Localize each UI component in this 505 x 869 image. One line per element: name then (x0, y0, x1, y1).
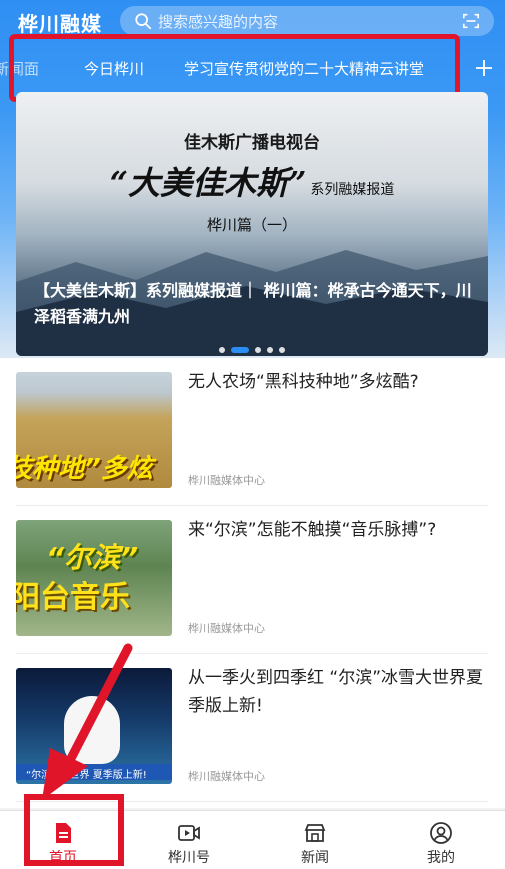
thumbnail-text: 阳台音乐 (16, 580, 130, 615)
highlight-box-home (24, 794, 124, 866)
carousel-dot[interactable] (255, 347, 261, 353)
carousel-dot[interactable] (267, 347, 273, 353)
article-source: 桦川融媒体中心 (188, 770, 265, 783)
profile-icon (430, 822, 452, 844)
article-source: 桦川融媒体中心 (188, 622, 265, 635)
nav-news[interactable]: 新闻 (252, 811, 378, 869)
scan-icon[interactable] (462, 12, 480, 30)
article-thumbnail: 技种地”多炫 (16, 372, 172, 488)
nav-label: 我的 (427, 850, 455, 866)
article-title: 从一季火到四季红 “尔滨”冰雪大世界夏季版上新! (188, 668, 484, 716)
thumbnail-text: 技种地”多炫 (16, 454, 153, 484)
thumbnail-text: “尔滨” (46, 541, 139, 574)
store-icon (304, 824, 326, 842)
banner-caption: 【大美佳木斯】系列融媒报道｜ 桦川篇：桦承古今通天下，川泽稻香满九州 (34, 281, 472, 326)
banner-episode: 桦川篇（一） (206, 216, 297, 234)
nav-huachuan-hao[interactable]: 桦川号 (126, 811, 252, 869)
banner-slogan-main: “大美佳木斯” (109, 164, 307, 202)
banner-slogan: “大美佳木斯” 系列融媒报道 (16, 158, 488, 204)
banner-station: 佳木斯广播电视台 (184, 133, 320, 153)
featured-banner[interactable]: 佳木斯广播电视台 “大美佳木斯” 系列融媒报道 桦川篇（一） 【大美佳木斯】系列融… (16, 92, 488, 356)
search-icon (135, 13, 152, 30)
carousel-dot-active[interactable] (231, 347, 249, 353)
carousel-dot[interactable] (219, 347, 225, 353)
nav-label: 桦川号 (168, 850, 210, 866)
article-thumbnail: “尔滨” 阳台音乐 (16, 520, 172, 636)
carousel-dot[interactable] (279, 347, 285, 353)
nav-label: 新闻 (301, 850, 329, 866)
video-icon (178, 825, 200, 841)
plus-icon[interactable] (474, 58, 494, 78)
banner-slogan-sub: 系列融媒报道 (310, 182, 395, 198)
search-placeholder: 搜索感兴趣的内容 (158, 13, 279, 31)
carousel-indicator (16, 338, 488, 356)
app-title: 桦川融媒 (18, 12, 102, 36)
list-item[interactable]: 技种地”多炫 无人农场“黑科技种地”多炫酷? 桦川融媒体中心 (0, 358, 505, 506)
arrow-annotation (42, 643, 133, 800)
list-item[interactable]: “尔滨” 阳台音乐 来“尔滨”怎能不触摸“音乐脉搏”? 桦川融媒体中心 (0, 506, 505, 654)
article-title: 无人农场“黑科技种地”多炫酷? (188, 372, 419, 392)
article-title: 来“尔滨”怎能不触摸“音乐脉搏”? (188, 520, 437, 540)
nav-profile[interactable]: 我的 (378, 811, 504, 869)
search-bar[interactable]: 搜索感兴趣的内容 (120, 6, 494, 36)
article-source: 桦川融媒体中心 (188, 474, 265, 487)
